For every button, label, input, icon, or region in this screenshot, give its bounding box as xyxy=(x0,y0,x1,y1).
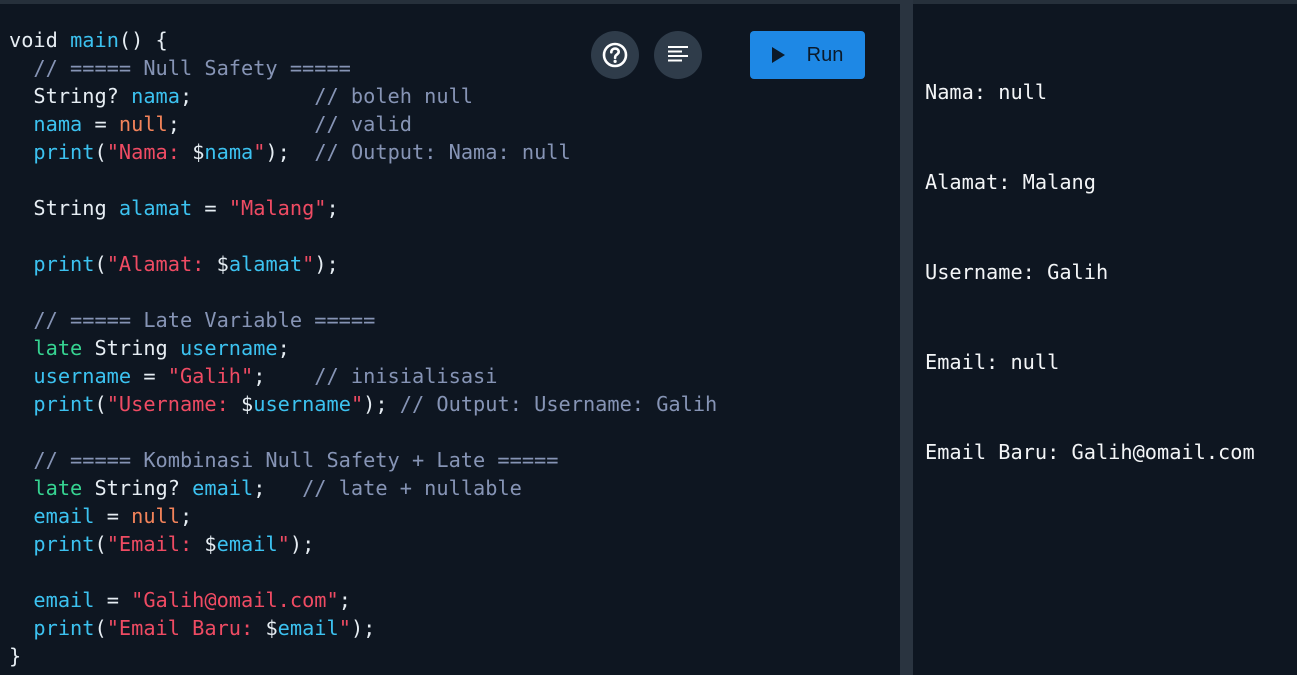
code-line: late String? email; // late + nullable xyxy=(33,476,522,500)
console-line: Nama: null xyxy=(925,80,1048,104)
console-output-panel: Nama: null Alamat: Malang Username: Gali… xyxy=(913,4,1297,675)
code-line: // ===== Late Variable ===== xyxy=(9,308,376,332)
code-line: username = "Galih"; // inisialisasi xyxy=(33,364,498,388)
help-circle-icon xyxy=(602,42,628,68)
format-align-left-icon xyxy=(668,46,688,62)
code-line: late String username; xyxy=(33,336,290,360)
code-line: nama = null; // valid xyxy=(33,112,412,136)
run-button-label: Run xyxy=(806,43,844,66)
code-line: print("Alamat: $alamat"); xyxy=(33,252,339,276)
code-line: } xyxy=(9,644,22,668)
console-line: Alamat: Malang xyxy=(925,170,1096,194)
help-button[interactable] xyxy=(591,31,639,79)
run-button[interactable]: Run xyxy=(750,31,865,79)
panel-splitter[interactable] xyxy=(900,0,913,675)
console-line: Email: null xyxy=(925,350,1060,374)
dartpad-app: void main() { // ===== Null Safety =====… xyxy=(0,0,1297,675)
code-line: String? nama; // boleh null xyxy=(9,84,474,108)
code-content[interactable]: void main() { // ===== Null Safety =====… xyxy=(9,26,717,670)
console-output: Nama: null Alamat: Malang Username: Gali… xyxy=(925,17,1255,527)
code-line: print("Email Baru: $email"); xyxy=(33,616,376,640)
code-line: print("Nama: $nama"); // Output: Nama: n… xyxy=(33,140,571,164)
code-line: String alamat = "Malang"; xyxy=(9,196,339,220)
code-editor[interactable]: void main() { // ===== Null Safety =====… xyxy=(0,4,900,675)
console-line: Username: Galih xyxy=(925,260,1109,284)
console-line: Email Baru: Galih@omail.com xyxy=(925,440,1255,464)
format-button[interactable] xyxy=(654,31,702,79)
code-line: // ===== Kombinasi Null Safety + Late ==… xyxy=(9,448,559,472)
code-line: email = null; xyxy=(33,504,193,528)
code-line: email = "Galih@omail.com"; xyxy=(33,588,351,612)
play-icon xyxy=(771,47,785,63)
code-line: print("Username: $username"); // Output:… xyxy=(33,392,718,416)
code-line: print("Email: $email"); xyxy=(33,532,315,556)
